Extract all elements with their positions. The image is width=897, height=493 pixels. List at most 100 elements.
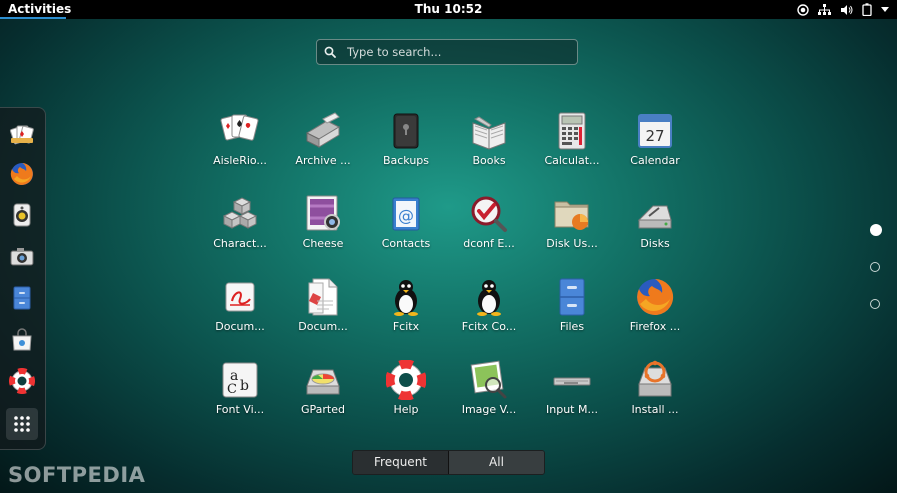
cards-icon xyxy=(220,111,260,151)
app-label: Charact... xyxy=(213,237,267,250)
dash-item-show-applications[interactable] xyxy=(6,408,38,440)
shopping-bag-icon xyxy=(12,328,32,351)
dash-item-firefox[interactable] xyxy=(6,158,38,190)
app-font-viewer[interactable]: abC Font Vi... xyxy=(200,358,280,428)
dash-item-rhythmbox[interactable] xyxy=(6,199,38,231)
app-label: Install ... xyxy=(631,403,679,416)
app-label: Input M... xyxy=(546,403,598,416)
volume-icon[interactable] xyxy=(840,4,853,16)
dash-item-cheese[interactable] xyxy=(6,241,38,273)
dash-item-aisleriot[interactable] xyxy=(6,117,38,149)
dash-item-help[interactable] xyxy=(6,365,38,397)
penguin-config-icon xyxy=(469,277,509,317)
search-box[interactable] xyxy=(316,39,578,65)
app-backups[interactable]: Backups xyxy=(366,109,446,179)
view-toggle: Frequent All xyxy=(352,450,545,475)
folder-chart-icon xyxy=(552,194,592,234)
image-viewer-icon xyxy=(469,360,509,400)
book-icon xyxy=(469,111,509,151)
file-cabinet-icon xyxy=(552,277,592,317)
app-disks[interactable]: Disks xyxy=(615,192,695,262)
keyboard-icon xyxy=(552,360,592,400)
menu-arrow-icon[interactable] xyxy=(881,6,889,13)
cards-icon xyxy=(9,125,34,145)
app-label: dconf E... xyxy=(463,237,515,250)
app-label: Fcitx Co... xyxy=(461,320,517,333)
app-label: Help xyxy=(393,403,419,416)
app-label: Files xyxy=(559,320,585,333)
app-cheese[interactable]: Cheese xyxy=(283,192,363,262)
speaker-icon xyxy=(13,203,31,227)
app-label: Calendar xyxy=(630,154,680,167)
app-gparted[interactable]: GParted xyxy=(283,358,363,428)
system-tray[interactable] xyxy=(797,0,889,19)
app-help[interactable]: Help xyxy=(366,358,446,428)
app-install[interactable]: Install ... xyxy=(615,358,695,428)
app-files[interactable]: Files xyxy=(532,275,612,345)
app-label: Calculat... xyxy=(544,154,600,167)
gparted-icon xyxy=(303,360,343,400)
app-disk-usage[interactable]: Disk Us... xyxy=(532,192,612,262)
app-label: Firefox ... xyxy=(629,320,681,333)
app-calculator[interactable]: Calculat... xyxy=(532,109,612,179)
app-label: GParted xyxy=(301,403,345,416)
all-tab[interactable]: All xyxy=(448,451,544,474)
clock-label[interactable]: Thu 10:52 xyxy=(415,2,483,16)
cheese-camera-icon xyxy=(303,194,343,234)
contacts-icon: @ xyxy=(386,194,426,234)
search-input[interactable] xyxy=(343,45,577,59)
dash-item-files[interactable] xyxy=(6,282,38,314)
installer-icon xyxy=(635,360,675,400)
penguin-icon xyxy=(386,277,426,317)
calculator-icon xyxy=(552,111,592,151)
app-label: Image V... xyxy=(461,403,517,416)
battery-icon[interactable] xyxy=(862,3,872,16)
app-input-method[interactable]: Input M... xyxy=(532,358,612,428)
app-character-map[interactable]: Charact... xyxy=(200,192,280,262)
top-bar: Activities Thu 10:52 xyxy=(0,0,897,19)
disks-icon xyxy=(635,194,675,234)
frequent-tab[interactable]: Frequent xyxy=(353,451,448,474)
app-contacts[interactable]: @ Contacts xyxy=(366,192,446,262)
app-archive-manager[interactable]: Archive ... xyxy=(283,109,363,179)
app-label: Backups xyxy=(382,154,430,167)
app-label: Font Vi... xyxy=(215,403,265,416)
app-dconf-editor[interactable]: dconf E... xyxy=(449,192,529,262)
app-fcitx-config[interactable]: Fcitx Co... xyxy=(449,275,529,345)
app-documents[interactable]: Docum... xyxy=(283,275,363,345)
activities-button[interactable]: Activities xyxy=(0,0,71,19)
svg-text:C: C xyxy=(227,382,237,397)
font-icon: abC xyxy=(220,360,260,400)
dash xyxy=(0,107,46,450)
page-indicator-2[interactable] xyxy=(870,262,880,272)
app-image-viewer[interactable]: Image V... xyxy=(449,358,529,428)
dash-item-software[interactable] xyxy=(6,324,38,356)
page-indicator-1[interactable] xyxy=(870,224,882,236)
firefox-icon xyxy=(635,277,675,317)
app-label: Disks xyxy=(640,237,670,250)
accessibility-icon[interactable] xyxy=(797,3,809,16)
archive-icon xyxy=(303,111,343,151)
document-viewer-icon xyxy=(220,277,260,317)
safe-icon xyxy=(386,111,426,151)
lifebuoy-icon xyxy=(386,360,426,400)
app-document-viewer[interactable]: Docum... xyxy=(200,275,280,345)
calendar-day: 27 xyxy=(645,127,664,145)
network-icon[interactable] xyxy=(818,3,831,16)
app-books[interactable]: Books xyxy=(449,109,529,179)
svg-text:@: @ xyxy=(398,206,414,225)
app-label: Books xyxy=(472,154,506,167)
app-label: Contacts xyxy=(381,237,431,250)
watermark: SOFTPEDIA xyxy=(8,463,146,487)
app-calendar[interactable]: 27 Calendar xyxy=(615,109,695,179)
app-fcitx[interactable]: Fcitx xyxy=(366,275,446,345)
dconf-icon xyxy=(469,194,509,234)
app-label: Cheese xyxy=(302,237,344,250)
app-label: Archive ... xyxy=(295,154,351,167)
svg-text:b: b xyxy=(240,378,249,394)
app-label: Docum... xyxy=(215,320,265,333)
page-indicator-3[interactable] xyxy=(870,299,880,309)
app-firefox[interactable]: Firefox ... xyxy=(615,275,695,345)
app-aisleriot[interactable]: AisleRio... xyxy=(200,109,280,179)
calendar-icon: 27 xyxy=(635,111,675,151)
